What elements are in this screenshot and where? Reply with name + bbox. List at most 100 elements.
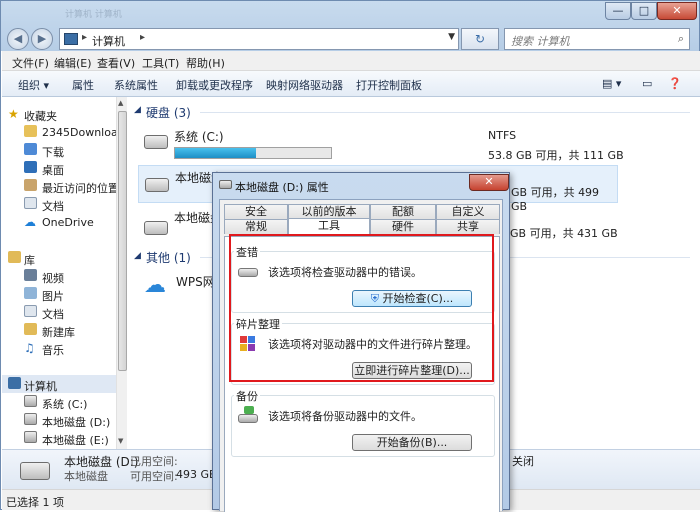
title-bar: 计算机 计算机 — □ ✕ ◀ ▶ ▸ 计算机 ▸ ▼ ↻ 搜索 计算机 ⌕ — [1, 1, 699, 51]
drive-usage-bar — [174, 147, 332, 159]
minimize-button[interactable]: — — [605, 2, 631, 20]
chevron-down-icon[interactable]: ▼ — [448, 32, 455, 42]
star-icon: ★ — [8, 107, 19, 121]
search-placeholder: 搜索 计算机 — [511, 35, 570, 48]
sidebar-item-recent[interactable]: 最近访问的位置 — [2, 177, 120, 195]
breadcrumb-computer[interactable]: 计算机 — [92, 33, 125, 49]
picture-icon — [24, 287, 37, 299]
sidebar-item-computer[interactable]: 计算机 — [2, 375, 120, 393]
drive-icon — [24, 395, 37, 407]
group-header-other[interactable]: 其他 (1) — [146, 249, 191, 266]
menu-help[interactable]: 帮助(H) — [186, 55, 225, 71]
sidebar-item-new-library[interactable]: 新建库 — [2, 321, 120, 339]
tab-security[interactable]: 安全 — [224, 204, 288, 219]
sidebar-item-library-documents[interactable]: 文档 — [2, 303, 120, 321]
details-used-label: 已用空间: — [130, 455, 178, 468]
sidebar-item-favorites[interactable]: ★ 收藏夹 — [2, 105, 120, 123]
computer-icon — [64, 33, 78, 45]
computer-icon — [8, 377, 21, 389]
open-control-panel-button[interactable]: 打开控制面板 — [356, 77, 422, 93]
search-icon[interactable]: ⌕ — [678, 32, 684, 46]
desktop-icon — [24, 161, 37, 173]
wps-cloud-icon: ☁ — [144, 273, 166, 298]
tab-previous-versions[interactable]: 以前的版本 — [288, 204, 370, 219]
details-extra-text: 关闭 — [512, 455, 534, 468]
sidebar-item-drive-e[interactable]: 本地磁盘 (E:) — [2, 429, 120, 447]
tab-quota[interactable]: 配额 — [370, 204, 436, 219]
sidebar-item-2345downloads[interactable]: 2345Downloads — [2, 123, 126, 141]
help-icon[interactable]: ❓ — [668, 77, 682, 90]
tab-sharing[interactable]: 共享 — [436, 219, 500, 234]
details-free-label: 可用空间: — [130, 470, 178, 483]
drive-space: GB 可用，共 431 GB — [510, 227, 618, 240]
scroll-up-icon[interactable]: ▲ — [118, 99, 123, 107]
music-icon: ♫ — [24, 341, 35, 355]
group-divider — [200, 112, 690, 113]
drive-usage-fill — [175, 148, 257, 158]
video-icon — [24, 269, 37, 281]
download-folder-icon — [24, 143, 37, 155]
recent-places-icon — [24, 179, 37, 191]
sidebar-item-pictures[interactable]: 图片 — [2, 285, 120, 303]
menu-edit[interactable]: 编辑(E) — [54, 55, 92, 71]
map-network-drive-button[interactable]: 映射网络驱动器 — [266, 77, 343, 93]
scroll-down-icon[interactable]: ▼ — [118, 437, 123, 445]
library-icon — [8, 251, 21, 263]
backup-now-button[interactable]: 开始备份(B)... — [352, 434, 472, 451]
dialog-close-button[interactable]: ✕ — [469, 174, 509, 191]
tab-tools[interactable]: 工具 — [288, 218, 370, 235]
address-bar[interactable]: ▸ 计算机 ▸ ▼ — [59, 28, 459, 50]
sidebar-item-documents[interactable]: 文档 — [2, 195, 120, 213]
drive-space: GB 可用，共 499 GB — [511, 186, 600, 213]
uninstall-program-button[interactable]: 卸载或更改程序 — [176, 77, 253, 93]
drive-icon — [24, 413, 37, 425]
tab-hardware[interactable]: 硬件 — [370, 219, 436, 234]
search-input[interactable]: 搜索 计算机 ⌕ — [504, 28, 690, 50]
back-icon[interactable]: ◀ — [7, 28, 29, 50]
tab-general[interactable]: 常规 — [224, 219, 288, 234]
menu-file[interactable]: 文件(F) — [12, 55, 49, 71]
close-button[interactable]: ✕ — [657, 2, 697, 20]
breadcrumb-separator[interactable]: ▸ — [82, 32, 87, 43]
library-icon — [24, 323, 37, 335]
drive-name: 系统 (C:) — [174, 130, 224, 144]
details-drive-type: 本地磁盘 — [64, 470, 108, 483]
window-title: 计算机 计算机 — [65, 10, 122, 20]
organize-button[interactable]: 组织 ▾ — [18, 77, 49, 93]
sidebar-item-music[interactable]: ♫ 音乐 — [2, 339, 120, 357]
scrollbar-thumb[interactable] — [118, 111, 127, 371]
drive-space: 53.8 GB 可用，共 111 GB — [488, 149, 624, 162]
sidebar-item-desktop[interactable]: 桌面 — [2, 159, 120, 177]
menu-view[interactable]: 查看(V) — [97, 55, 135, 71]
refresh-button[interactable]: ↻ — [461, 28, 499, 50]
document-icon — [24, 305, 37, 317]
drive-filesystem: NTFS — [488, 129, 517, 142]
drive-icon — [24, 431, 37, 443]
view-options-icon[interactable]: ▤ ▾ — [602, 77, 621, 90]
cloud-icon: ☁ — [24, 215, 36, 229]
sidebar-scrollbar[interactable]: ▲ ▼ — [116, 97, 127, 449]
folder-icon — [24, 125, 37, 137]
sidebar-item-downloads[interactable]: 下载 — [2, 141, 120, 159]
sidebar-item-library[interactable]: 库 — [2, 249, 120, 267]
collapse-icon[interactable]: ◢ — [134, 105, 141, 115]
properties-button[interactable]: 属性 — [72, 77, 94, 93]
sidebar-item-videos[interactable]: 视频 — [2, 267, 120, 285]
breadcrumb-separator[interactable]: ▸ — [140, 32, 145, 43]
document-icon — [24, 197, 37, 209]
collapse-icon[interactable]: ◢ — [134, 251, 141, 261]
preview-pane-icon[interactable]: ▭ — [642, 77, 652, 90]
menu-tools[interactable]: 工具(T) — [142, 55, 179, 71]
tab-customize[interactable]: 自定义 — [436, 204, 500, 219]
sidebar-item-drive-c[interactable]: 系统 (C:) — [2, 393, 120, 411]
sidebar-item-onedrive[interactable]: ☁ OneDrive — [2, 213, 120, 231]
backup-section: 备份 该选项将备份驱动器中的文件。 开始备份(B)... — [231, 388, 495, 457]
forward-icon[interactable]: ▶ — [31, 28, 53, 50]
menu-bar: 文件(F) 编辑(E) 查看(V) 工具(T) 帮助(H) — [2, 51, 700, 71]
status-text: 已选择 1 项 — [6, 496, 64, 509]
system-properties-button[interactable]: 系统属性 — [114, 77, 158, 93]
group-header-harddisk[interactable]: 硬盘 (3) — [146, 104, 191, 121]
maximize-button[interactable]: □ — [631, 2, 657, 20]
windows-drive-icon — [144, 135, 168, 149]
sidebar-item-drive-d[interactable]: 本地磁盘 (D:) — [2, 411, 120, 429]
